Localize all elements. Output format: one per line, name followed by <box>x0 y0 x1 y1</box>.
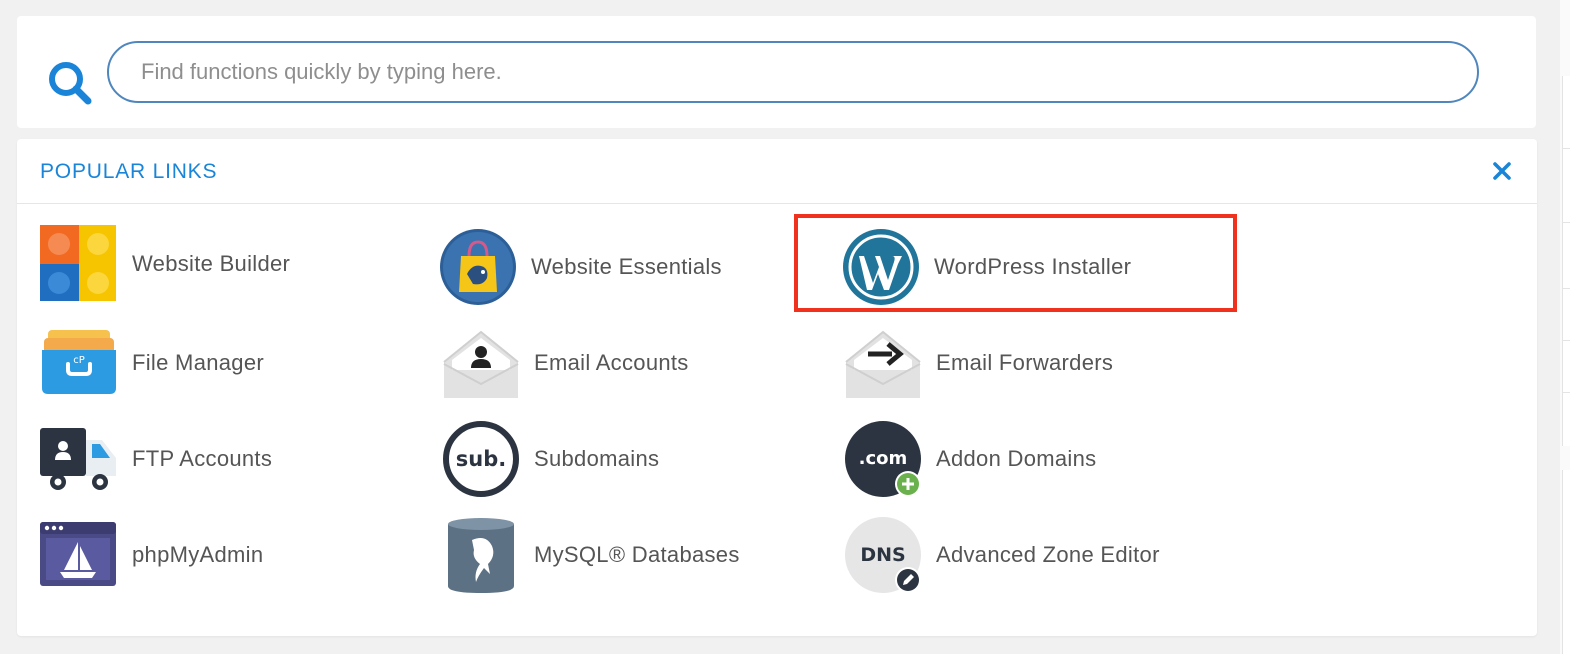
link-label: Website Builder <box>132 251 291 276</box>
divider <box>1562 148 1570 149</box>
search-panel <box>17 16 1536 128</box>
highlight-box <box>794 214 1237 312</box>
link-ftp-accounts[interactable]: FTP Accounts <box>40 419 272 499</box>
link-phpmyadmin[interactable]: phpMyAdmin <box>40 515 263 595</box>
website-essentials-icon <box>440 229 516 305</box>
email-forwarders-icon <box>845 330 921 398</box>
subdomains-icon: sub. <box>443 421 519 497</box>
search-input[interactable] <box>107 41 1479 103</box>
search-icon[interactable] <box>47 60 95 108</box>
ftp-accounts-icon <box>40 428 116 490</box>
link-file-manager[interactable]: cP File Manager <box>40 323 264 403</box>
link-advanced-zone-editor[interactable]: DNS Advanced Zone Editor <box>844 515 1160 595</box>
link-subdomains[interactable]: sub. Subdomains <box>442 419 659 499</box>
link-label: Addon Domains <box>936 446 1097 471</box>
addon-domains-icon: .com <box>845 421 921 497</box>
zone-editor-icon-text: DNS <box>860 544 905 566</box>
adjacent-panel-card <box>1562 470 1570 654</box>
link-email-accounts[interactable]: Email Accounts <box>442 323 689 403</box>
link-mysql-databases[interactable]: MySQL® Databases <box>442 515 740 595</box>
divider <box>1562 288 1570 289</box>
svg-text:cP: cP <box>73 355 85 366</box>
phpmyadmin-icon <box>40 522 116 586</box>
website-builder-icon <box>40 225 116 301</box>
link-addon-domains[interactable]: .com Addon Domains <box>844 419 1096 499</box>
link-label: FTP Accounts <box>132 446 273 471</box>
divider <box>1562 340 1570 341</box>
mysql-databases-icon <box>448 518 514 593</box>
link-label: File Manager <box>132 350 264 375</box>
link-label: Website Essentials <box>531 254 722 279</box>
link-website-essentials[interactable]: Website Essentials <box>439 227 722 307</box>
addon-domains-icon-text: .com <box>859 448 908 469</box>
link-label: Email Forwarders <box>936 350 1114 375</box>
panel-header: POPULAR LINKS <box>17 139 1537 204</box>
link-website-builder[interactable]: Website Builder <box>40 224 290 304</box>
email-accounts-icon <box>443 330 519 398</box>
zone-editor-icon: DNS <box>845 517 921 593</box>
close-icon[interactable] <box>1493 162 1511 180</box>
adjacent-panel-card <box>1562 76 1570 446</box>
divider <box>1562 392 1570 393</box>
subdomains-icon-text: sub. <box>456 447 506 471</box>
link-label: MySQL® Databases <box>534 542 740 567</box>
divider <box>1562 222 1570 223</box>
link-label: Advanced Zone Editor <box>936 542 1160 567</box>
link-label: Email Accounts <box>534 350 689 375</box>
link-label: Subdomains <box>534 446 660 471</box>
link-label: phpMyAdmin <box>132 542 264 567</box>
link-email-forwarders[interactable]: Email Forwarders <box>844 323 1113 403</box>
file-manager-icon: cP <box>42 330 116 394</box>
panel-title: POPULAR LINKS <box>40 160 218 183</box>
